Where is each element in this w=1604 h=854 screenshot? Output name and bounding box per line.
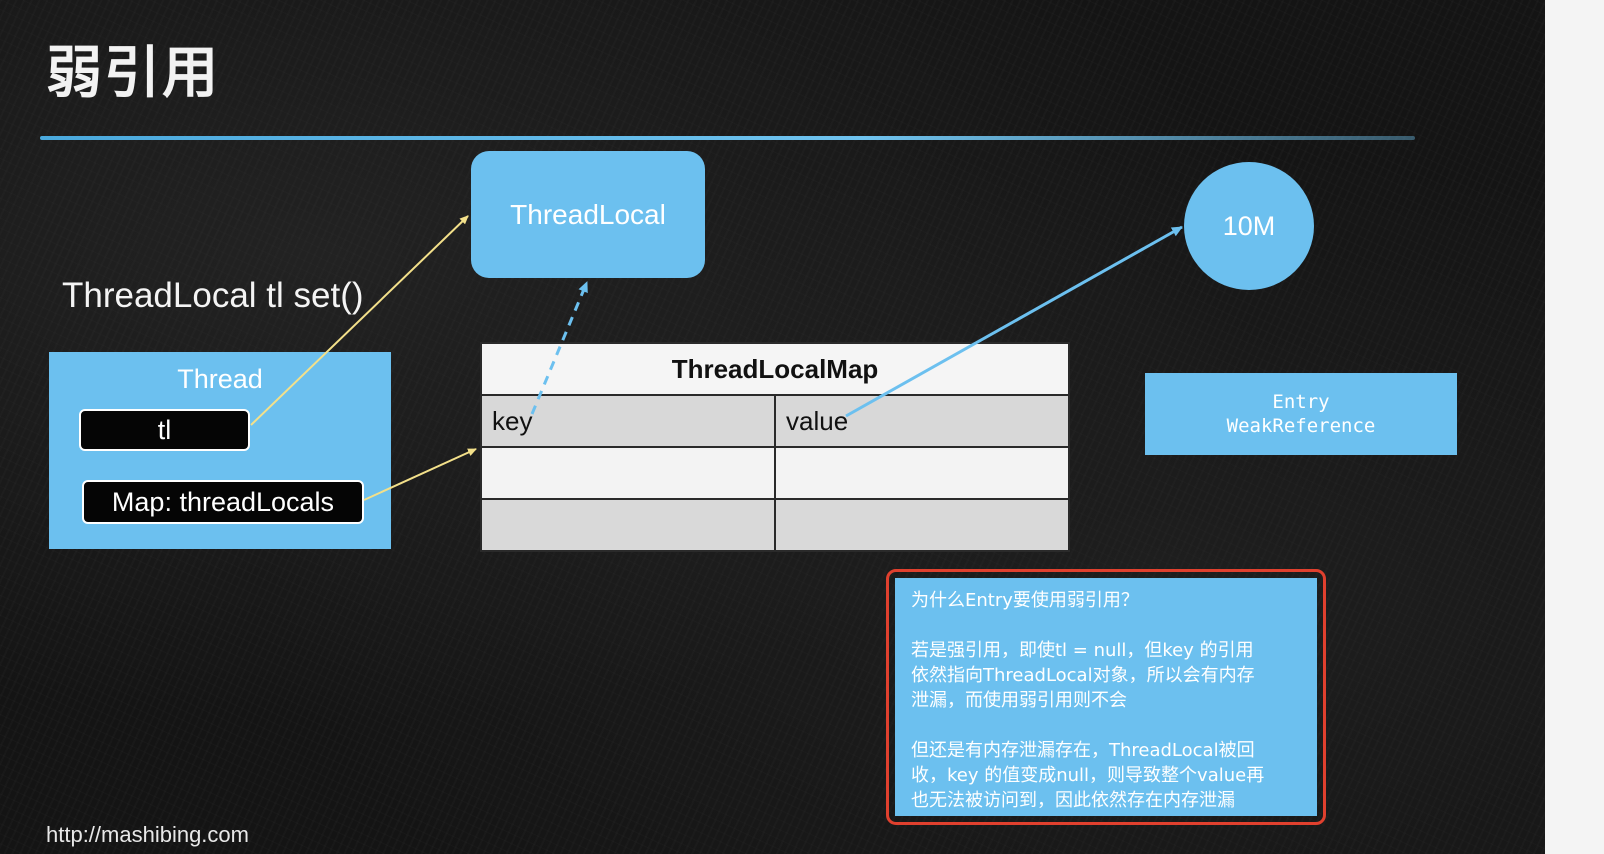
reference-arrows xyxy=(250,215,1183,501)
key-weak-reference-arrow xyxy=(530,281,589,415)
map-to-threadlocalmap-arrow xyxy=(363,448,477,501)
tl-to-threadlocal-arrow xyxy=(250,215,469,426)
value-strong-reference-arrow xyxy=(845,225,1183,418)
window-edge xyxy=(1545,0,1604,854)
